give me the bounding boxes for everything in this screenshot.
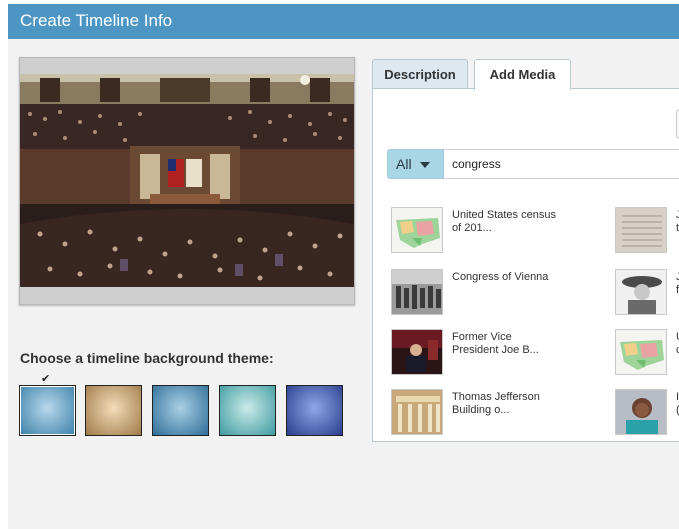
result-thumbnail [615, 207, 667, 253]
media-filter-dropdown[interactable]: All [387, 149, 444, 179]
tab-description[interactable]: Description [372, 59, 468, 89]
media-search-input[interactable] [444, 149, 679, 179]
result-label: United States census of 201... [452, 209, 556, 234]
congress-chamber-image [20, 74, 354, 287]
result-label: Congress of Vienna [452, 271, 549, 283]
result-item[interactable]: Uc [615, 329, 679, 377]
result-thumbnail [391, 269, 443, 315]
result-thumbnail [615, 269, 667, 315]
result-label: Former Vice President Joe B... [452, 331, 539, 356]
caret-down-icon [420, 162, 430, 168]
result-item[interactable]: Congress of Vienna [391, 269, 591, 317]
timeline-preview [19, 57, 355, 305]
add-media-panel: All United States censusof 201... Congre… [372, 88, 679, 442]
theme-heading: Choose a timeline background theme: [20, 350, 274, 366]
result-thumbnail [615, 389, 667, 435]
result-item[interactable]: Former Vice President Joe B... [391, 329, 591, 377]
theme-swatch-light-blue[interactable] [152, 385, 209, 436]
tab-add-media[interactable]: Add Media [474, 59, 571, 90]
result-thumbnail [391, 207, 443, 253]
theme-swatch-purple[interactable] [286, 385, 343, 436]
filter-label: All [396, 156, 412, 172]
result-item[interactable]: I( [615, 389, 679, 437]
tab-description-label: Description [384, 67, 456, 82]
theme-swatch-teal[interactable] [219, 385, 276, 436]
selected-check-icon: ✔ [41, 373, 51, 385]
dialog-title: Create Timeline Info [20, 11, 173, 30]
preview-photo [20, 74, 354, 287]
result-item[interactable]: Thomas Jefferson Building o... [391, 389, 591, 437]
result-thumbnail [391, 389, 443, 435]
create-timeline-dialog: Create Timeline Info Choose a timeline b… [8, 4, 679, 529]
result-thumbnail [615, 329, 667, 375]
result-item[interactable]: United States census of 201... [391, 207, 591, 255]
theme-swatch-blue[interactable] [19, 385, 76, 436]
result-item[interactable]: Jf [615, 269, 679, 317]
result-label: Thomas Jefferson Building o... [452, 391, 540, 416]
result-item[interactable]: Jt [615, 207, 679, 255]
tab-add-media-label: Add Media [489, 67, 556, 82]
dialog-titlebar: Create Timeline Info [8, 4, 679, 39]
result-thumbnail [391, 329, 443, 375]
theme-swatch-tan[interactable] [85, 385, 142, 436]
